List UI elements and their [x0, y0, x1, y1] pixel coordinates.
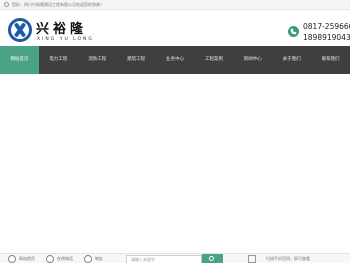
map-pin-icon: [84, 255, 92, 263]
nav-item-home[interactable]: 网站首页: [0, 46, 39, 74]
phone-icon: [288, 26, 299, 37]
main-nav: 网站首页 电力工程 消防工程 建筑工程 业务中心 工程案例 新闻中心 关于我们 …: [0, 46, 350, 74]
search-input[interactable]: 请输入关键字: [126, 255, 202, 263]
nav-item-contact[interactable]: 联系我们: [311, 46, 350, 74]
bottom-bar: 网站首页 在线电话 地址 请输入关键字 扫描手机官网，即可查看: [0, 253, 350, 263]
qr-code-icon: [248, 255, 256, 263]
footer-call[interactable]: 在线电话: [46, 254, 73, 263]
nav-item-about[interactable]: 关于我们: [272, 46, 311, 74]
home-icon: [8, 255, 16, 263]
nav-item-power[interactable]: 电力工程: [39, 46, 78, 74]
footer-home-label: 网站首页: [19, 256, 35, 261]
phone-icon: [46, 255, 54, 263]
search-icon: [209, 256, 214, 261]
nav-item-fire[interactable]: 消防工程: [78, 46, 117, 74]
welcome-text: 您好，四川兴裕隆建设工程有限公司欢迎您的到来！: [12, 2, 104, 7]
logo-chinese[interactable]: 兴裕隆: [36, 18, 87, 37]
search-button[interactable]: [202, 254, 223, 263]
nav-item-news[interactable]: 新闻中心: [233, 46, 272, 74]
phone-number-secondary[interactable]: 18989190437: [303, 33, 350, 42]
logo-english: XING YU LONG: [37, 37, 94, 42]
footer-home[interactable]: 网站首页: [8, 254, 35, 263]
qr-code-label: 扫描手机官网，即可查看: [266, 256, 310, 261]
nav-item-construction[interactable]: 建筑工程: [117, 46, 156, 74]
footer-address-label: 地址: [95, 256, 103, 261]
footer-address[interactable]: 地址: [84, 254, 103, 263]
nav-item-business[interactable]: 业务中心: [156, 46, 195, 74]
location-pin-icon: [4, 2, 9, 7]
top-bar: 您好，四川兴裕隆建设工程有限公司欢迎您的到来！: [0, 0, 350, 10]
phone-number-primary[interactable]: 0817-2596666: [303, 22, 350, 31]
footer-call-label: 在线电话: [57, 256, 73, 261]
logo-icon[interactable]: [8, 18, 32, 42]
nav-item-cases[interactable]: 工程案例: [194, 46, 233, 74]
